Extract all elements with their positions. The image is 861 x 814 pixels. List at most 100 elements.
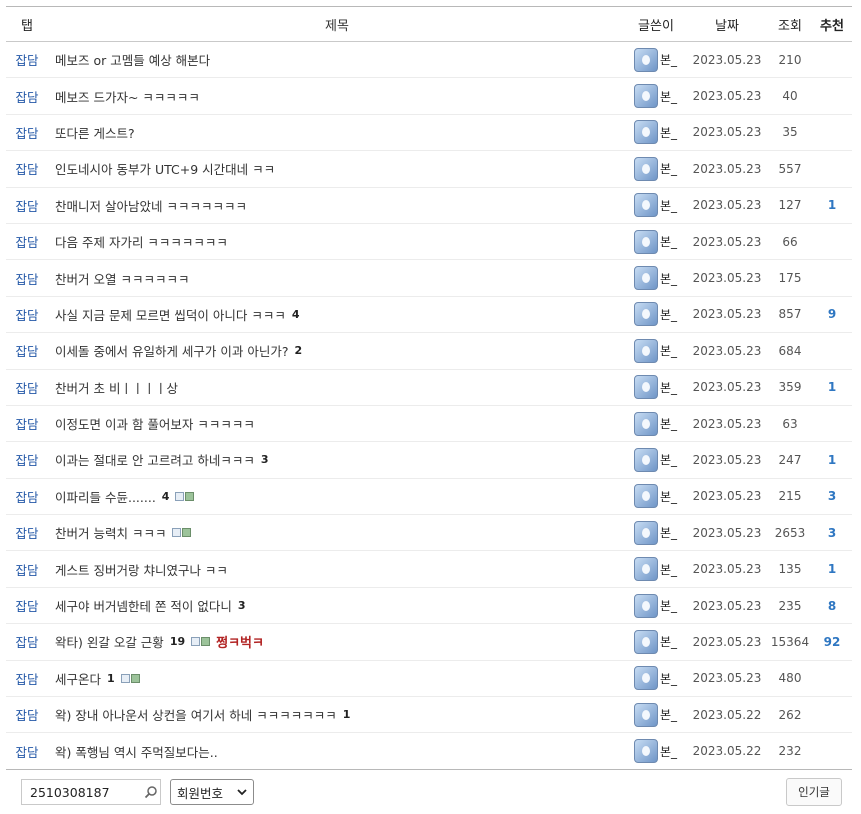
post-writer[interactable]: 본_	[634, 193, 686, 218]
post-tab[interactable]: 잡담	[6, 596, 48, 615]
post-list: 잡담 메보즈 or 고멤들 예상 해본다 본_ 2023.05.23 210 잡담 메보즈 …	[6, 42, 852, 770]
post-tab[interactable]: 잡담	[6, 487, 48, 506]
writer-name: 본_	[660, 271, 678, 286]
avatar-icon	[634, 47, 658, 72]
post-tab[interactable]: 잡담	[6, 669, 48, 688]
post-writer[interactable]: 본_	[634, 229, 686, 254]
post-writer[interactable]: 본_	[634, 702, 686, 727]
post-title-link[interactable]: 찬버거 능력치 ㅋㅋㅋ	[55, 523, 166, 542]
post-title-link[interactable]: 다음 주제 자가리 ㅋㅋㅋㅋㅋㅋㅋ	[55, 232, 228, 251]
post-tab[interactable]: 잡담	[6, 414, 48, 433]
post-writer[interactable]: 본_	[634, 375, 686, 400]
post-views: 127	[778, 198, 802, 213]
post-writer[interactable]: 본_	[634, 629, 686, 654]
comment-count[interactable]: 3	[238, 599, 246, 612]
post-title-link[interactable]: 게스트 징버거랑 챠니였구나 ㅋㅋ	[55, 560, 228, 579]
search-button[interactable]	[142, 781, 160, 803]
post-writer[interactable]: 본_	[634, 593, 686, 618]
comment-count[interactable]: 1	[107, 672, 115, 685]
post-recommend: 1	[827, 380, 837, 395]
post-tab[interactable]: 잡담	[6, 341, 48, 360]
post-tab[interactable]: 잡담	[6, 523, 48, 542]
avatar-icon	[634, 557, 658, 582]
popular-posts-button[interactable]: 인기글	[786, 778, 842, 806]
post-date: 2023.05.23	[692, 489, 762, 504]
post-title-link[interactable]: 찬매니저 살아남았네 ㅋㅋㅋㅋㅋㅋㅋ	[55, 196, 247, 215]
post-title-link[interactable]: 이세돌 중에서 유일하게 세구가 이과 아닌가?	[55, 341, 289, 360]
post-recommend: 9	[827, 307, 837, 322]
search-input[interactable]	[28, 783, 142, 801]
post-writer[interactable]: 본_	[634, 557, 686, 582]
post-title-link[interactable]: 세구야 버거넴한테 쫀 적이 없다니	[55, 596, 232, 615]
post-tab[interactable]: 잡담	[6, 87, 48, 106]
post-title-link[interactable]: 이파리들 수듄.......	[55, 487, 156, 506]
post-tab[interactable]: 잡담	[6, 196, 48, 215]
post-date: 2023.05.23	[692, 525, 762, 540]
post-writer[interactable]: 본_	[634, 447, 686, 472]
post-title-link[interactable]: 또다른 게스트?	[55, 123, 135, 142]
table-header: 탭 제목 글쓴이 날짜 조회 추천	[6, 6, 852, 42]
post-date: 2023.05.23	[692, 89, 762, 104]
writer-name: 본_	[660, 380, 678, 395]
comment-count[interactable]: 2	[295, 344, 303, 357]
post-title-link[interactable]: 인도네시아 동부가 UTC+9 시간대네 ㅋㅋ	[55, 159, 275, 178]
post-tab[interactable]: 잡담	[6, 378, 48, 397]
post-title-link[interactable]: 이과는 절대로 안 고르려고 하네ㅋㅋㅋ	[55, 450, 255, 469]
post-title-cell: 왁타) 왼갈 오갈 근황 19 쩡ㅋ벅ㅋ	[48, 632, 634, 651]
comment-count[interactable]: 3	[261, 453, 269, 466]
post-tab[interactable]: 잡담	[6, 269, 48, 288]
post-writer[interactable]: 본_	[634, 302, 686, 327]
post-title-link[interactable]: 왁) 장내 아나운서 상컨을 여기서 하네 ㅋㅋㅋㅋㅋㅋㅋ	[55, 705, 337, 724]
avatar-icon	[634, 520, 658, 545]
post-title-link[interactable]: 찬버거 오열 ㅋㅋㅋㅋㅋㅋ	[55, 269, 189, 288]
post-tab[interactable]: 잡담	[6, 632, 48, 651]
writer-name: 본_	[660, 89, 678, 104]
post-writer[interactable]: 본_	[634, 47, 686, 72]
post-title-link[interactable]: 메보즈 or 고멤들 예상 해본다	[55, 50, 210, 69]
post-tab[interactable]: 잡담	[6, 50, 48, 69]
post-views: 40	[782, 89, 798, 104]
writer-name: 본_	[660, 53, 678, 68]
post-writer[interactable]: 본_	[634, 266, 686, 291]
post-tab[interactable]: 잡담	[6, 450, 48, 469]
comment-count[interactable]: 1	[343, 708, 351, 721]
comment-count[interactable]: 4	[292, 308, 300, 321]
post-writer[interactable]: 본_	[634, 666, 686, 691]
table-row: 잡담 메보즈 or 고멤들 예상 해본다 본_ 2023.05.23 210	[6, 42, 852, 79]
search-type-select[interactable]: 회원번호	[170, 779, 254, 805]
post-writer[interactable]: 본_	[634, 411, 686, 436]
post-writer[interactable]: 본_	[634, 156, 686, 181]
post-date: 2023.05.23	[692, 671, 762, 686]
post-title-cell: 찬버거 오열 ㅋㅋㅋㅋㅋㅋ	[48, 269, 634, 288]
post-writer[interactable]: 본_	[634, 484, 686, 509]
post-tab[interactable]: 잡담	[6, 232, 48, 251]
post-tab[interactable]: 잡담	[6, 705, 48, 724]
post-writer[interactable]: 본_	[634, 520, 686, 545]
post-writer[interactable]: 본_	[634, 120, 686, 145]
writer-name: 본_	[660, 235, 678, 250]
post-title-cell: 왁) 장내 아나운서 상컨을 여기서 하네 ㅋㅋㅋㅋㅋㅋㅋ 1	[48, 705, 634, 724]
writer-name: 본_	[660, 307, 678, 322]
post-title-link[interactable]: 왁) 폭행님 역시 주먹질보다는..	[55, 742, 218, 761]
post-tab[interactable]: 잡담	[6, 123, 48, 142]
post-tab[interactable]: 잡담	[6, 305, 48, 324]
post-title-link[interactable]: 메보즈 드가자~ ㅋㅋㅋㅋㅋ	[55, 87, 200, 106]
post-title-link[interactable]: 세구온다	[55, 669, 101, 688]
post-tab[interactable]: 잡담	[6, 560, 48, 579]
comment-count[interactable]: 4	[162, 490, 170, 503]
post-tab[interactable]: 잡담	[6, 742, 48, 761]
post-title-link[interactable]: 이정도면 이과 함 풀어보자 ㅋㅋㅋㅋㅋ	[55, 414, 255, 433]
post-title-link[interactable]: 찬버거 초 비ㅣㅣㅣㅣ상	[55, 378, 178, 397]
post-writer[interactable]: 본_	[634, 84, 686, 109]
post-title-cell: 찬버거 초 비ㅣㅣㅣㅣ상	[48, 378, 634, 397]
post-tab[interactable]: 잡담	[6, 159, 48, 178]
post-writer[interactable]: 본_	[634, 338, 686, 363]
table-row: 잡담 이과는 절대로 안 고르려고 하네ㅋㅋㅋ 3 본_ 2023.05.23 247 1	[6, 442, 852, 479]
post-views: 210	[778, 52, 802, 67]
post-title-cell: 메보즈 or 고멤들 예상 해본다	[48, 50, 634, 69]
table-row: 잡담 찬버거 능력치 ㅋㅋㅋ 본_ 2023.05.23 2653 3	[6, 515, 852, 552]
post-title-link[interactable]: 왁타) 왼갈 오갈 근황	[55, 632, 164, 651]
post-writer[interactable]: 본_	[634, 739, 686, 764]
post-title-link[interactable]: 사실 지금 문제 모르면 씹덕이 아니다 ㅋㅋㅋ	[55, 305, 286, 324]
comment-count[interactable]: 19	[170, 635, 185, 648]
